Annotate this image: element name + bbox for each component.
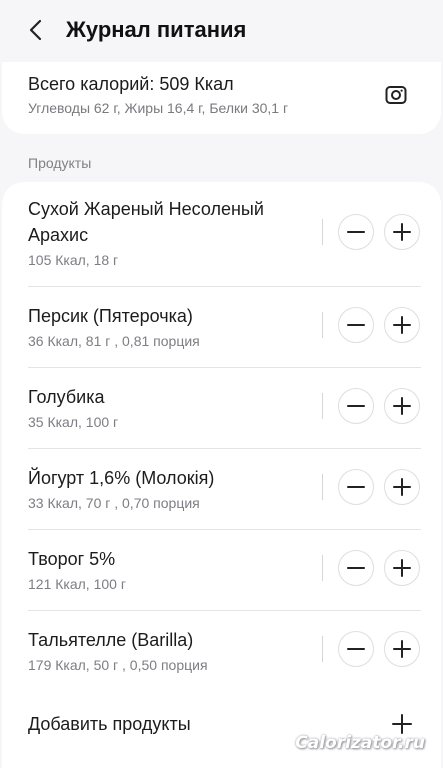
food-name: Голубика <box>28 387 105 407</box>
food-meta: 105 Ккал, 18 г <box>28 252 119 268</box>
calorie-summary-card[interactable]: Всего калорий: 509 Ккал Углеводы 62 г, Ж… <box>2 62 441 134</box>
decrease-button[interactable] <box>338 307 374 343</box>
decrease-button[interactable] <box>338 214 374 250</box>
minus-icon <box>347 567 365 569</box>
decrease-button[interactable] <box>338 631 374 667</box>
plus-icon <box>393 397 411 415</box>
increase-button[interactable] <box>384 214 420 250</box>
plus-icon <box>393 640 411 658</box>
minus-icon <box>347 231 365 233</box>
food-meta: 33 Ккал, 70 г , 0,70 порция <box>28 495 200 511</box>
list-item[interactable]: Персик (Пятерочка) 36 Ккал, 81 г , 0,81 … <box>2 286 441 367</box>
minus-icon <box>347 405 365 407</box>
food-meta: 121 Ккал, 100 г <box>28 576 126 592</box>
list-item[interactable]: Тальятелле (Barilla) 179 Ккал, 50 г , 0,… <box>2 610 441 691</box>
camera-icon <box>385 86 407 104</box>
food-name: Йогурт 1,6% (Молокія) <box>28 468 215 488</box>
app-header: Журнал питания <box>0 0 443 60</box>
increase-button[interactable] <box>384 631 420 667</box>
decrease-button[interactable] <box>338 469 374 505</box>
minus-icon <box>347 324 365 326</box>
list-item[interactable]: Творог 5% 121 Ккал, 100 г <box>2 529 441 610</box>
decrease-button[interactable] <box>338 550 374 586</box>
total-calories: Всего калорий: 509 Ккал <box>28 74 234 94</box>
minus-icon <box>347 486 365 488</box>
camera-button[interactable] <box>383 82 409 108</box>
increase-button[interactable] <box>384 469 420 505</box>
back-button[interactable] <box>20 14 52 46</box>
watermark: Calorizator.ru <box>295 733 425 753</box>
separator <box>322 393 323 419</box>
list-item[interactable]: Йогурт 1,6% (Молокія) 33 Ккал, 70 г , 0,… <box>2 448 441 529</box>
plus-icon <box>393 223 411 241</box>
list-item[interactable]: Сухой Жареный Несоленый Арахис 105 Ккал,… <box>2 196 441 286</box>
separator <box>322 219 323 245</box>
increase-button[interactable] <box>384 550 420 586</box>
food-meta: 35 Ккал, 100 г <box>28 414 119 430</box>
macros-summary: Углеводы 62 г, Жиры 16,4 г, Белки 30,1 г <box>28 100 289 116</box>
decrease-button[interactable] <box>338 388 374 424</box>
list-item[interactable]: Голубика 35 Ккал, 100 г <box>2 367 441 448</box>
food-name: Персик (Пятерочка) <box>28 306 193 326</box>
increase-button[interactable] <box>384 307 420 343</box>
food-meta: 36 Ккал, 81 г , 0,81 порция <box>28 333 200 349</box>
separator <box>322 636 323 662</box>
food-list-card: Сухой Жареный Несоленый Арахис 105 Ккал,… <box>2 182 441 768</box>
food-name: Творог 5% <box>28 549 116 569</box>
page-title: Журнал питания <box>66 17 247 42</box>
plus-icon <box>393 316 411 334</box>
separator <box>322 474 323 500</box>
food-name: Тальятелле (Barilla) <box>28 630 194 650</box>
separator <box>322 555 323 581</box>
plus-icon <box>393 559 411 577</box>
food-name: Сухой Жареный Несоленый Арахис <box>28 199 264 245</box>
food-meta: 179 Ккал, 50 г , 0,50 порция <box>28 657 208 673</box>
minus-icon <box>347 648 365 650</box>
increase-button[interactable] <box>384 388 420 424</box>
plus-icon <box>393 478 411 496</box>
chevron-left-icon <box>29 19 42 41</box>
section-label-products: Продукты <box>28 155 92 171</box>
add-products-label: Добавить продукты <box>28 714 191 734</box>
separator <box>322 312 323 338</box>
